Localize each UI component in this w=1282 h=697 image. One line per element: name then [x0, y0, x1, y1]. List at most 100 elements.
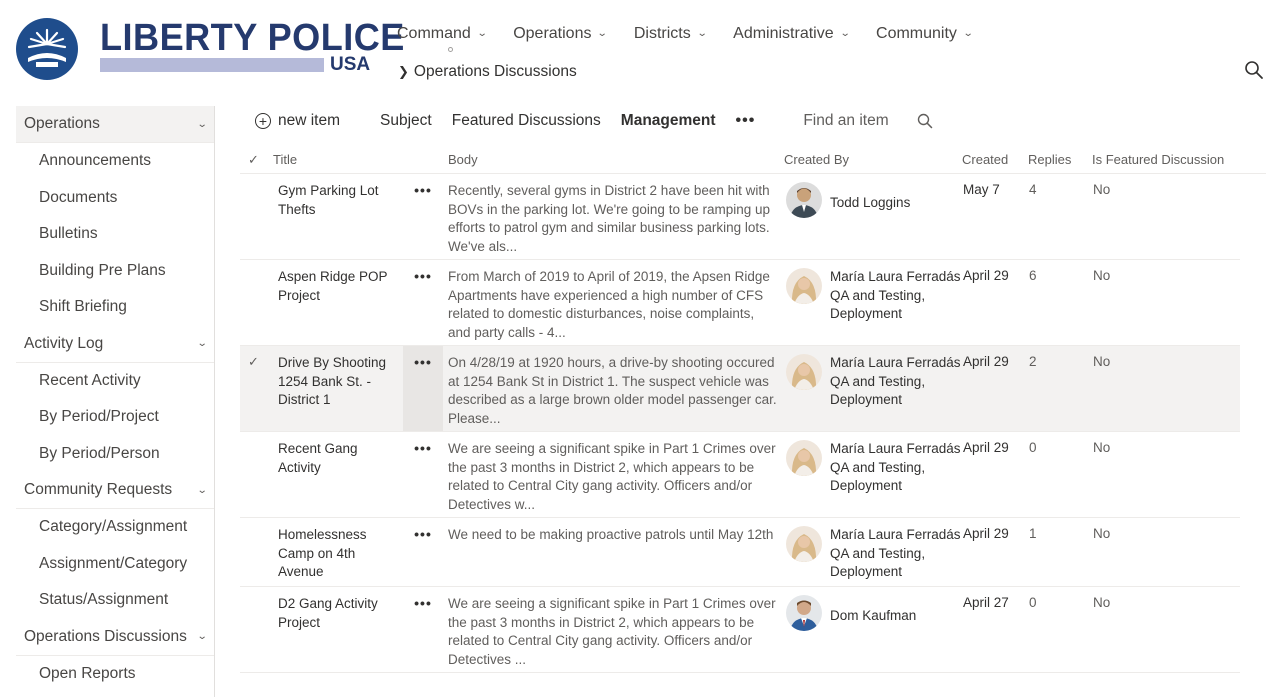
row-title[interactable]: Gym Parking Lot Thefts	[278, 182, 400, 219]
row-title[interactable]: Recent Gang Activity	[278, 440, 400, 477]
find-item-input[interactable]: Find an item	[803, 112, 888, 130]
table-row[interactable]: Recent Gang Activity ••• We are seeing a…	[240, 432, 1240, 518]
row-more-button[interactable]: •••	[403, 346, 443, 431]
sidebar-item-recent-activity[interactable]: Recent Activity	[16, 363, 214, 400]
column-header-title[interactable]: Title	[273, 152, 297, 167]
select-all-check-icon[interactable]: ✓	[248, 152, 259, 168]
row-author[interactable]: Dom Kaufman	[830, 607, 965, 626]
sidebar-section-operations[interactable]: Operations ⌄	[16, 106, 214, 143]
sidebar-item-documents[interactable]: Documents	[16, 180, 214, 217]
sidebar-item-category-assignment[interactable]: Category/Assignment	[16, 509, 214, 546]
column-header-body[interactable]: Body	[448, 152, 478, 167]
search-icon[interactable]	[917, 113, 933, 129]
table-row[interactable]: Gym Parking Lot Thefts ••• Recently, sev…	[240, 174, 1240, 260]
row-author[interactable]: María Laura Ferradás QA and Testing, Depl…	[830, 354, 965, 410]
row-created: April 29	[963, 354, 1009, 369]
row-author-detail: QA and Testing, Deployment	[830, 545, 926, 580]
row-more-button[interactable]: •••	[403, 268, 443, 353]
chevron-down-icon[interactable]: ⌄	[196, 631, 207, 642]
row-featured: No	[1093, 182, 1111, 197]
view-tab-management[interactable]: Management	[621, 112, 716, 130]
row-more-button[interactable]: •••	[403, 526, 443, 594]
row-more-button[interactable]: •••	[403, 595, 443, 680]
row-replies: 6	[1029, 268, 1037, 283]
nav-item-operations[interactable]: Operations ⌄	[513, 22, 608, 46]
discussion-list: ✓ Title Body Created By Created Replies …	[240, 146, 1266, 673]
liberty-logo-icon[interactable]	[16, 18, 80, 80]
row-title[interactable]: Aspen Ridge POP Project	[278, 268, 400, 305]
sidebar-section-community-requests[interactable]: Community Requests ⌄	[16, 472, 214, 509]
nav-item-label: Command	[397, 25, 471, 42]
avatar[interactable]	[786, 595, 822, 631]
sidebar-item-open-reports[interactable]: Open Reports	[16, 656, 214, 693]
nav-item-districts[interactable]: Districts ⌄	[633, 22, 708, 46]
column-header-created-by[interactable]: Created By	[784, 152, 849, 167]
row-check-icon[interactable]: ✓	[248, 354, 259, 370]
row-author-detail: QA and Testing, Deployment	[830, 459, 926, 494]
table-row[interactable]: D2 Gang Activity Project ••• We are seei…	[240, 587, 1240, 673]
nav-item-administrative[interactable]: Administrative ⌄	[733, 22, 850, 46]
sidebar-item-by-period-person[interactable]: By Period/Person	[16, 436, 214, 473]
avatar[interactable]	[786, 182, 822, 218]
sidebar-section-activity-log[interactable]: Activity Log ⌄	[16, 326, 214, 363]
chevron-down-icon[interactable]: ⌄	[196, 338, 207, 349]
sidebar-item-assignment-category[interactable]: Assignment/Category	[16, 546, 214, 583]
sidebar-item-by-period-project[interactable]: By Period/Project	[16, 399, 214, 436]
search-icon[interactable]	[1244, 60, 1264, 80]
sidebar-section-operations-discussions[interactable]: Operations Discussions ⌄	[16, 619, 214, 656]
sidebar-item-bulletins[interactable]: Bulletins	[16, 216, 214, 253]
column-header-featured[interactable]: Is Featured Discussion	[1092, 152, 1224, 167]
row-author[interactable]: María Laura Ferradás QA and Testing, Depl…	[830, 526, 965, 582]
column-header-replies[interactable]: Replies	[1028, 152, 1071, 167]
nav-item-label: Operations	[513, 25, 592, 42]
table-row[interactable]: Aspen Ridge POP Project ••• From March o…	[240, 260, 1240, 346]
sidebar-item-status-assignment[interactable]: Status/Assignment	[16, 582, 214, 619]
row-body: On 4/28/19 at 1920 hours, a drive-by sho…	[448, 355, 777, 427]
new-item-button[interactable]: + new item	[255, 112, 340, 130]
column-header-created[interactable]: Created	[962, 152, 1008, 167]
row-title[interactable]: Drive By Shooting 1254 Bank St. - Distri…	[278, 354, 400, 410]
table-row[interactable]: ✓ Drive By Shooting 1254 Bank St. - Dist…	[240, 346, 1240, 432]
avatar[interactable]	[786, 354, 822, 390]
view-tab-featured-discussions[interactable]: Featured Discussions	[452, 112, 601, 130]
row-body: Recently, several gyms in District 2 hav…	[448, 183, 771, 255]
row-title[interactable]: Homelessness Camp on 4th Avenue	[278, 526, 400, 582]
row-title[interactable]: D2 Gang Activity Project	[278, 595, 400, 632]
view-tab-subject[interactable]: Subject	[380, 112, 432, 130]
plus-circle-icon: +	[255, 113, 271, 129]
nav-item-label: Administrative	[733, 25, 834, 42]
row-author-detail: QA and Testing, Deployment	[830, 287, 926, 322]
row-more-button[interactable]: •••	[403, 182, 443, 267]
nav-item-label: Districts	[633, 25, 691, 42]
brand-subtitle: USA	[330, 54, 371, 75]
nav-item-community[interactable]: Community ⌄	[876, 22, 974, 46]
row-author[interactable]: Todd Loggins	[830, 194, 965, 213]
row-featured: No	[1093, 595, 1111, 610]
row-featured: No	[1093, 440, 1111, 455]
chevron-down-icon[interactable]: ⌄	[196, 485, 207, 496]
chevron-right-icon[interactable]: ❯	[398, 61, 409, 83]
breadcrumb-current[interactable]: Operations Discussions	[414, 61, 577, 83]
more-views-button[interactable]: •••	[736, 112, 756, 130]
sidebar-item-announcements[interactable]: Announcements	[16, 143, 214, 180]
row-author[interactable]: María Laura Ferradás QA and Testing, Depl…	[830, 268, 965, 324]
avatar[interactable]	[786, 268, 822, 304]
avatar[interactable]	[786, 440, 822, 476]
sidebar-item-shift-briefing[interactable]: Shift Briefing	[16, 289, 214, 326]
avatar[interactable]	[786, 526, 822, 562]
row-created: April 29	[963, 440, 1009, 455]
top-navigation: Command ⌄ Operations ⌄ Districts ⌄ Administ…	[397, 22, 999, 46]
row-more-button[interactable]: •••	[403, 440, 443, 525]
nav-indicator-dot	[448, 47, 453, 52]
row-featured: No	[1093, 268, 1111, 283]
nav-item-command[interactable]: Command ⌄	[397, 22, 488, 46]
sidebar-item-building-pre-plans[interactable]: Building Pre Plans	[16, 253, 214, 290]
row-author-name: María Laura Ferradás	[830, 355, 961, 370]
breadcrumb: ❯ Operations Discussions	[398, 61, 577, 83]
list-header: ✓ Title Body Created By Created Replies …	[240, 146, 1266, 174]
row-body: From March of 2019 to April of 2019, the…	[448, 269, 770, 341]
table-row[interactable]: Homelessness Camp on 4th Avenue ••• We n…	[240, 518, 1240, 587]
row-author[interactable]: María Laura Ferradás QA and Testing, Depl…	[830, 440, 965, 496]
chevron-down-icon: ⌄	[476, 28, 488, 39]
chevron-down-icon[interactable]: ⌄	[196, 119, 207, 130]
